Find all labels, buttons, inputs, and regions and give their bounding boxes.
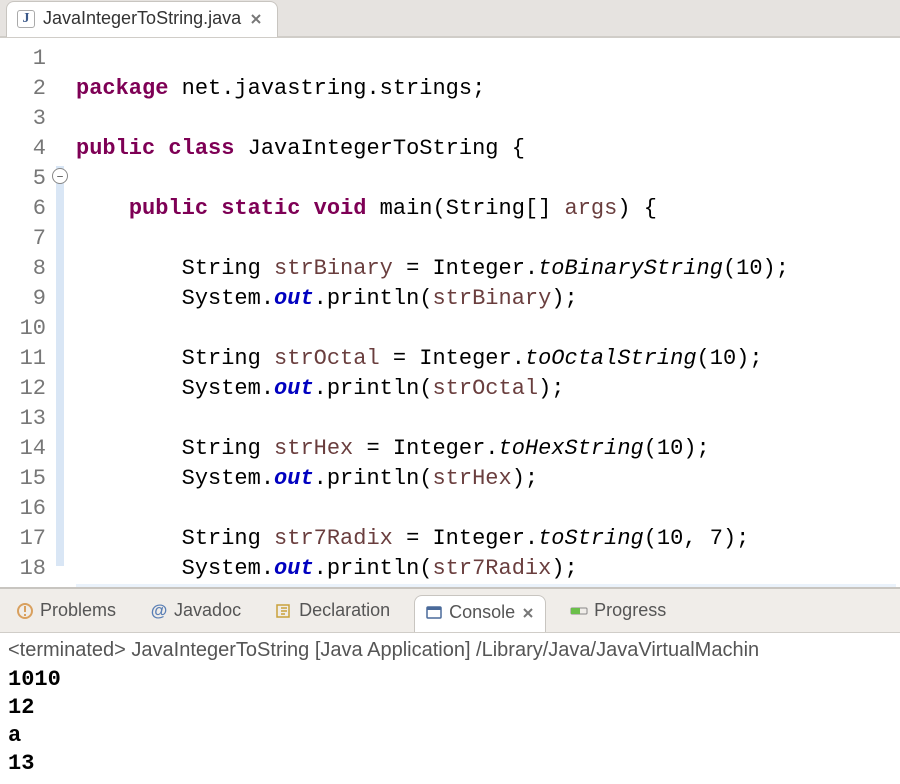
code-line: String strHex = Integer.toHexString(10); xyxy=(76,436,710,461)
declaration-icon xyxy=(275,602,293,620)
code-line: System.out.println(strBinary); xyxy=(76,286,578,311)
tab-label: Declaration xyxy=(299,600,390,621)
line-number: 9 xyxy=(0,284,64,314)
line-number: 14 xyxy=(0,434,64,464)
line-number: 17 xyxy=(0,524,64,554)
tab-declaration[interactable]: Declaration xyxy=(265,594,400,627)
tab-problems[interactable]: Problems xyxy=(6,594,126,627)
tab-label: Console xyxy=(449,602,515,623)
tab-label: Problems xyxy=(40,600,116,621)
code-editor[interactable]: – 1 2 3 4 5 6 7 8 9 10 11 12 13 14 15 16… xyxy=(0,37,900,587)
bottom-panel: Problems @ Javadoc Declaration Console xyxy=(0,587,900,784)
editor-tab-label: JavaIntegerToString.java xyxy=(43,8,241,29)
close-icon[interactable] xyxy=(249,12,263,26)
code-line: System.out.println(strOctal); xyxy=(76,376,565,401)
code-line: String str7Radix = Integer.toString(10, … xyxy=(76,526,749,551)
tab-javadoc[interactable]: @ Javadoc xyxy=(140,594,251,627)
editor-tab-bar: J JavaIntegerToString.java xyxy=(0,0,900,37)
line-number: 8 xyxy=(0,254,64,284)
line-number: 18 xyxy=(0,554,64,584)
line-number: 4 xyxy=(0,134,64,164)
code-content[interactable]: package net.javastring.strings; public c… xyxy=(68,38,896,587)
line-number: 15 xyxy=(0,464,64,494)
tab-progress[interactable]: Progress xyxy=(560,594,676,627)
tab-console[interactable]: Console xyxy=(414,595,546,632)
editor-tab[interactable]: J JavaIntegerToString.java xyxy=(6,1,278,37)
console-output-line: 13 xyxy=(8,750,892,778)
tab-label: Javadoc xyxy=(174,600,241,621)
line-number: 7 xyxy=(0,224,64,254)
line-number: 11 xyxy=(0,344,64,374)
line-number: 6 xyxy=(0,194,64,224)
close-icon[interactable] xyxy=(521,606,535,620)
view-tab-bar: Problems @ Javadoc Declaration Console xyxy=(0,589,900,633)
line-number: 13 xyxy=(0,404,64,434)
console-view[interactable]: <terminated> JavaIntegerToString [Java A… xyxy=(0,633,900,784)
line-number: 12 xyxy=(0,374,64,404)
code-line: public class JavaIntegerToString { xyxy=(76,136,525,161)
console-icon xyxy=(425,604,443,622)
line-number: 16 xyxy=(0,494,64,524)
line-number-gutter: – 1 2 3 4 5 6 7 8 9 10 11 12 13 14 15 16… xyxy=(0,38,68,587)
console-output-line: a xyxy=(8,722,892,750)
progress-icon xyxy=(570,602,588,620)
code-line: package net.javastring.strings; xyxy=(76,76,485,101)
code-line: public static void main(String[] args) { xyxy=(76,196,657,221)
code-line: System.out.println(str7Radix); xyxy=(76,556,578,581)
line-number: 5 xyxy=(0,164,64,194)
code-line: System.out.println(strHex); xyxy=(76,466,538,491)
code-line: String strBinary = Integer.toBinaryStrin… xyxy=(76,256,789,281)
line-number: 2 xyxy=(0,74,64,104)
line-number: 3 xyxy=(0,104,64,134)
line-number: 10 xyxy=(0,314,64,344)
console-output-line: 12 xyxy=(8,694,892,722)
console-process-header: <terminated> JavaIntegerToString [Java A… xyxy=(8,639,892,666)
line-number: 1 xyxy=(0,44,64,74)
tab-label: Progress xyxy=(594,600,666,621)
java-file-icon: J xyxy=(17,10,35,28)
code-line: String strOctal = Integer.toOctalString(… xyxy=(76,346,763,371)
console-output-line: 1010 xyxy=(8,666,892,694)
problems-icon xyxy=(16,602,34,620)
javadoc-icon: @ xyxy=(150,602,168,620)
